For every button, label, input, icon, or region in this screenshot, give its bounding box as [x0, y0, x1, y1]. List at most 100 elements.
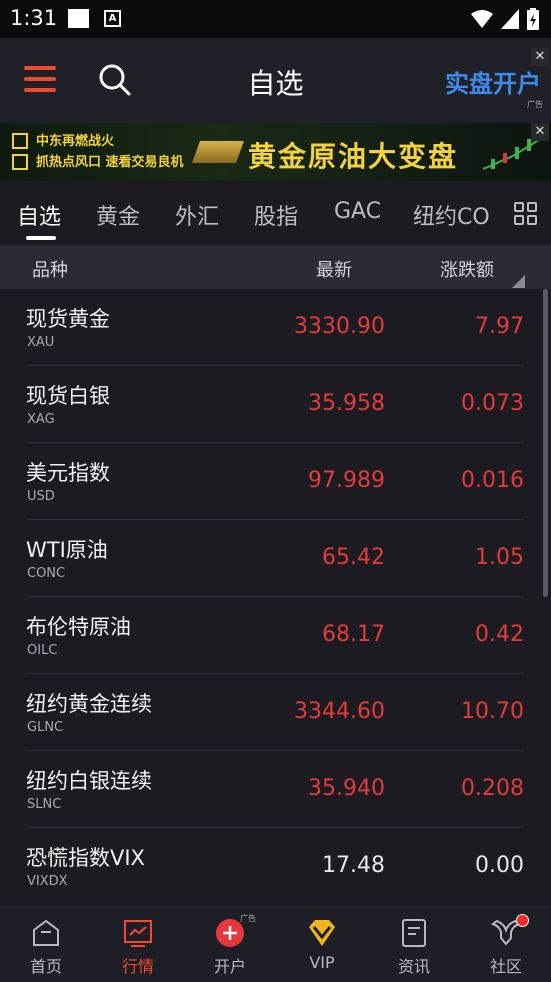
row-code: XAU: [27, 335, 55, 350]
diamond-icon: [309, 920, 335, 946]
menu-icon-line: [24, 77, 56, 81]
gold-bar-icon: [191, 141, 245, 163]
nav-home-label: 首页: [29, 957, 62, 976]
row-name: 纽约黄金连续: [26, 692, 152, 716]
nav-home[interactable]: 首页: [0, 907, 92, 982]
battery-icon: [527, 8, 539, 30]
row-change: 0.016: [461, 468, 524, 493]
table-row[interactable]: 恐慌指数VIX VIXDX 17.48 0.00: [0, 828, 551, 905]
column-header: 品种 最新 涨跌额: [0, 245, 551, 289]
row-change: 10.70: [461, 699, 524, 724]
status-time: 1:31: [10, 6, 58, 30]
sort-toggle-icon[interactable]: [512, 275, 525, 288]
close-icon: ✕: [534, 49, 546, 64]
table-row[interactable]: 现货黄金 XAU 3330.90 7.97: [0, 289, 551, 366]
row-price: 3344.60: [294, 699, 385, 724]
row-price: 97.989: [308, 468, 385, 493]
checkbox-icon: [12, 154, 28, 170]
row-code: GLNC: [27, 720, 64, 735]
tab-gold[interactable]: 黄金: [96, 199, 140, 231]
nav-ad-tag: 广告: [240, 914, 256, 923]
col-name: 品种: [32, 260, 68, 281]
ad-banner[interactable]: 中东再燃战火 抓热点风口 速看交易良机 黄金原油大变盘 ✕: [0, 123, 551, 181]
menu-icon: [24, 66, 56, 70]
status-bar: 1:31 A: [0, 0, 551, 38]
row-price: 35.940: [308, 776, 385, 801]
row-name: 布伦特原油: [26, 615, 131, 639]
tab-nyco[interactable]: 纽约CO: [413, 199, 495, 231]
row-price: 65.42: [322, 545, 385, 570]
banner-line-1: 中东再燃战火: [36, 134, 115, 149]
menu-button[interactable]: [24, 66, 56, 92]
quote-list[interactable]: 现货黄金 XAU 3330.90 7.97 现货白银 XAG 35.958 0.…: [0, 289, 551, 906]
news-icon: [402, 919, 426, 947]
row-change: 1.05: [475, 545, 524, 570]
row-change: 0.208: [461, 776, 524, 801]
row-code: XAG: [27, 412, 55, 427]
menu-icon-line: [24, 88, 56, 92]
row-price: 17.48: [322, 853, 385, 878]
notification-dot: [516, 914, 529, 927]
close-ad-button[interactable]: ✕: [531, 48, 549, 66]
grid-icon-cell: [527, 215, 537, 225]
row-price: 68.17: [322, 622, 385, 647]
row-change: 0.42: [475, 622, 524, 647]
open-account-link[interactable]: 实盘开户: [445, 64, 541, 99]
tab-forex[interactable]: 外汇: [175, 199, 219, 231]
home-icon: [33, 919, 59, 946]
nav-vip-label: VIP: [309, 953, 335, 972]
table-row[interactable]: 纽约白银连续 SLNC 35.940 0.208: [0, 751, 551, 828]
row-code: VIXDX: [27, 874, 68, 889]
nav-community[interactable]: 社区: [460, 907, 551, 982]
signal-icon: [501, 9, 519, 29]
notification-a-icon: A: [104, 10, 121, 27]
nav-news[interactable]: 资讯: [368, 907, 460, 982]
list-scrollbar[interactable]: [543, 289, 548, 597]
search-button[interactable]: [98, 63, 132, 97]
row-price: 35.958: [308, 391, 385, 416]
ad-tag: 广告: [527, 100, 543, 109]
nav-news-label: 资讯: [397, 957, 430, 976]
table-row[interactable]: 纽约黄金连续 GLNC 3344.60 10.70: [0, 674, 551, 751]
table-row[interactable]: 美元指数 USD 97.989 0.016: [0, 443, 551, 520]
table-row[interactable]: 现货白银 XAG 35.958 0.073: [0, 366, 551, 443]
close-icon: ✕: [534, 124, 546, 139]
wifi-icon: [471, 10, 493, 28]
tab-gac[interactable]: GAC: [334, 199, 381, 224]
notification-square-icon: [68, 9, 89, 28]
nav-vip[interactable]: VIP: [276, 907, 368, 982]
row-name: 现货白银: [26, 384, 110, 408]
table-row[interactable]: WTI原油 CONC 65.42 1.05: [0, 520, 551, 597]
row-code: OILC: [27, 643, 58, 658]
grid-icon-cell: [527, 202, 537, 212]
row-price: 3330.90: [294, 314, 385, 339]
grid-icon: [514, 202, 524, 212]
search-icon: [99, 64, 131, 96]
banner-line-2: 抓热点风口 速看交易良机: [36, 155, 184, 170]
col-change[interactable]: 涨跌额: [440, 256, 494, 282]
row-change: 0.00: [475, 853, 524, 878]
banner-headline: 黄金原油大变盘: [248, 140, 459, 173]
nav-community-label: 社区: [489, 957, 522, 976]
nav-open-account-label: 开户: [213, 957, 246, 976]
grid-icon-cell: [514, 215, 524, 225]
row-name: 恐慌指数VIX: [26, 846, 145, 870]
grid-view-button[interactable]: [514, 202, 538, 226]
market-chart-icon: [124, 920, 152, 947]
row-change: 7.97: [475, 314, 524, 339]
table-row[interactable]: 布伦特原油 OILC 68.17 0.42: [0, 597, 551, 674]
close-banner-button[interactable]: ✕: [531, 123, 549, 141]
row-name: 美元指数: [26, 461, 110, 485]
banner-lines: 中东再燃战火 抓热点风口 速看交易良机: [36, 131, 184, 173]
tab-watchlist[interactable]: 自选: [17, 199, 61, 231]
row-name: 现货黄金: [26, 307, 110, 331]
nav-market-label: 行情: [121, 957, 154, 976]
tab-index[interactable]: 股指: [254, 199, 298, 231]
bottom-nav: 首页 行情 广告 开户 VIP 资讯 社区: [0, 906, 551, 982]
nav-open-account[interactable]: 广告 开户: [184, 907, 276, 982]
status-icons: [471, 8, 539, 30]
nav-market[interactable]: 行情: [92, 907, 184, 982]
row-name: 纽约白银连续: [26, 769, 152, 793]
col-last[interactable]: 最新: [316, 256, 352, 282]
app-header: 自选 实盘开户 广告 ✕: [0, 38, 551, 123]
